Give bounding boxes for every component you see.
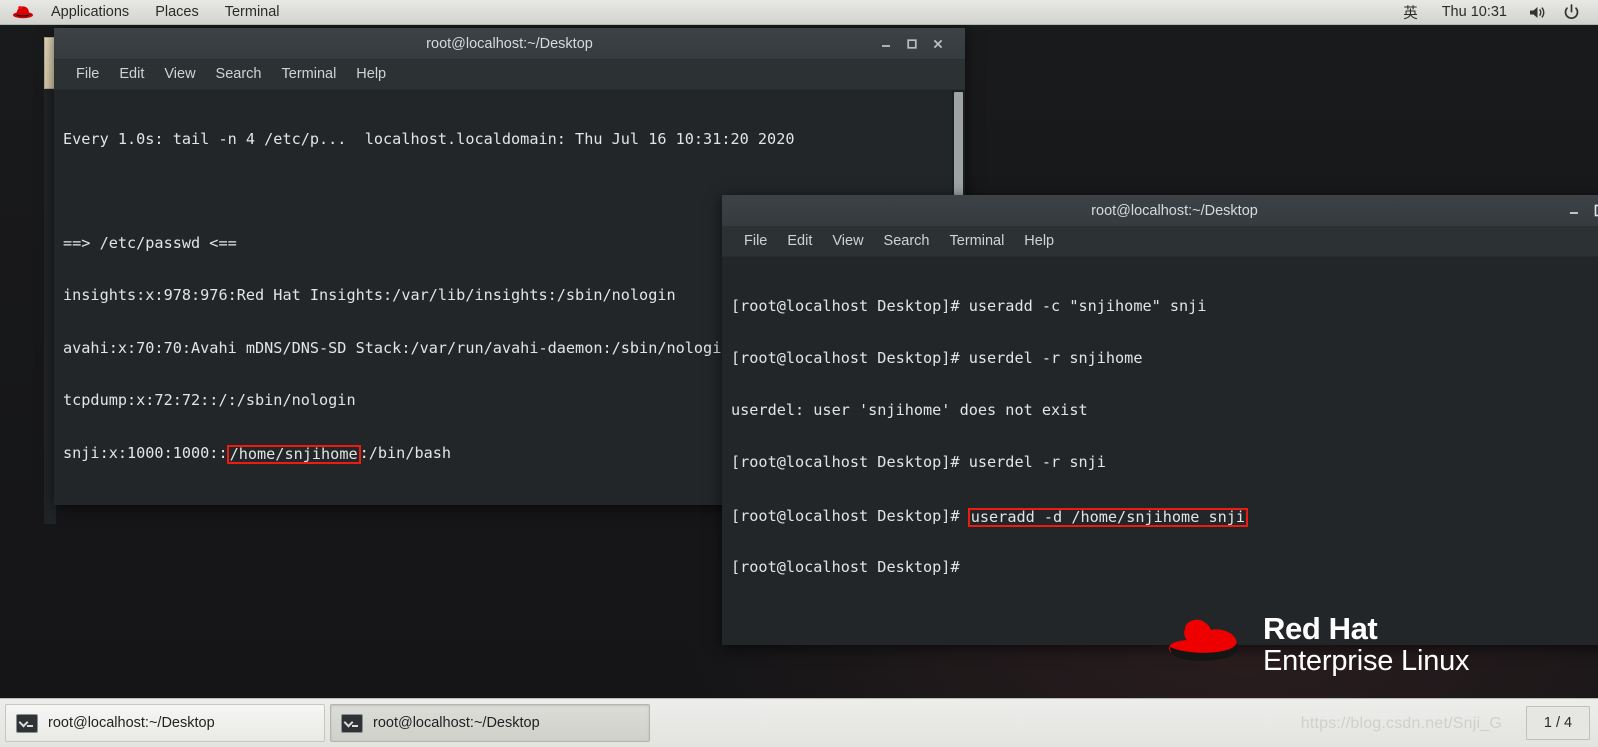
volume-icon[interactable] [1521, 5, 1555, 20]
window2-title: root@localhost:~/Desktop [1091, 202, 1258, 219]
highlight-box-home-path: /home/snjihome [226, 445, 361, 465]
taskbar-item-terminal-2[interactable]: root@localhost:~/Desktop [330, 704, 650, 742]
terminal-line: [root@localhost Desktop]# userdel -r snj… [731, 349, 1143, 368]
terminal-window-2[interactable]: root@localhost:~/Desktop File Edit View … [722, 195, 1598, 645]
terminal-line: [root@localhost Desktop]# useradd -c "sn… [731, 296, 1207, 315]
maximize-icon[interactable] [899, 28, 925, 60]
minimize-icon[interactable] [1561, 195, 1587, 227]
window1-titlebar[interactable]: root@localhost:~/Desktop [54, 28, 965, 60]
minimize-icon[interactable] [873, 28, 899, 60]
terminal-icon [341, 713, 363, 733]
taskbar-item-label: root@localhost:~/Desktop [48, 715, 215, 731]
window1-menu-terminal[interactable]: Terminal [272, 67, 347, 82]
maximize-icon[interactable] [1587, 195, 1598, 227]
top-panel-left: Applications Places Terminal [0, 0, 293, 24]
desktop-screen: Applications Places Terminal 英 Thu 10:31 [0, 0, 1598, 747]
window2-menu-help[interactable]: Help [1014, 234, 1064, 249]
window1-menu-file[interactable]: File [66, 67, 109, 82]
window2-menu-view[interactable]: View [822, 234, 873, 249]
brand-line-1: Red Hat [1263, 611, 1378, 646]
window2-titlebar[interactable]: root@localhost:~/Desktop [722, 195, 1598, 227]
top-panel: Applications Places Terminal 英 Thu 10:31 [0, 0, 1598, 25]
top-panel-right: 英 Thu 10:31 [1393, 0, 1598, 24]
desktop-area[interactable]: root@localhost:~/Desktop File Edit View [0, 25, 1598, 698]
window1-menubar: File Edit View Search Terminal Help [54, 60, 965, 90]
taskbar: root@localhost:~/Desktop root@localhost:… [0, 698, 1598, 747]
window2-titlebar-buttons [1561, 195, 1598, 226]
redhat-hat-logo-icon [1163, 614, 1247, 675]
terminal-line-highlighted: [root@localhost Desktop]# useradd -d /ho… [731, 506, 1598, 527]
window1-menu-search[interactable]: Search [206, 67, 272, 82]
window2-menu-search[interactable]: Search [874, 234, 940, 249]
window2-menu-edit[interactable]: Edit [777, 234, 822, 249]
input-method-indicator[interactable]: 英 [1393, 2, 1428, 23]
window1-menu-view[interactable]: View [154, 67, 205, 82]
line-suffix: :/bin/bash [359, 444, 452, 463]
line-prefix: [root@localhost Desktop]# [731, 506, 969, 525]
taskbar-item-label: root@localhost:~/Desktop [373, 715, 540, 731]
clock[interactable]: Thu 10:31 [1428, 4, 1521, 20]
terminal-line: [root@localhost Desktop]# userdel -r snj… [731, 453, 1106, 472]
workspace-switcher[interactable]: 1 / 4 [1526, 706, 1590, 740]
power-icon[interactable] [1555, 3, 1588, 21]
redhat-branding: Red Hat Enterprise Linux [1163, 611, 1470, 677]
menu-terminal[interactable]: Terminal [212, 0, 293, 24]
window1-title: root@localhost:~/Desktop [426, 35, 593, 52]
redhat-logo-icon[interactable] [0, 0, 38, 25]
window1-menu-edit[interactable]: Edit [109, 67, 154, 82]
menu-applications[interactable]: Applications [38, 0, 142, 24]
menu-places[interactable]: Places [142, 0, 212, 24]
terminal-line-prompt: [root@localhost Desktop]# [731, 557, 960, 576]
highlight-box-useradd-command: useradd -d /home/snjihome snji [967, 507, 1249, 527]
brand-line-2: Enterprise Linux [1263, 645, 1470, 677]
terminal-icon [16, 713, 38, 733]
line-prefix: snji:x:1000:1000:: [63, 444, 228, 463]
window1-titlebar-buttons [873, 28, 965, 59]
close-icon[interactable] [925, 28, 951, 60]
taskbar-item-terminal-1[interactable]: root@localhost:~/Desktop [5, 704, 325, 742]
window2-terminal-output[interactable]: [root@localhost Desktop]# useradd -c "sn… [722, 257, 1598, 645]
window2-menu-terminal[interactable]: Terminal [940, 234, 1015, 249]
window2-menubar: File Edit View Search Terminal Help [722, 227, 1598, 257]
terminal-line: Every 1.0s: tail -n 4 /etc/p... localhos… [63, 129, 795, 148]
redhat-branding-text: Red Hat Enterprise Linux [1263, 611, 1470, 677]
window1-menu-help[interactable]: Help [346, 67, 396, 82]
window2-menu-file[interactable]: File [734, 234, 777, 249]
terminal-line: userdel: user 'snjihome' does not exist [731, 401, 1088, 420]
